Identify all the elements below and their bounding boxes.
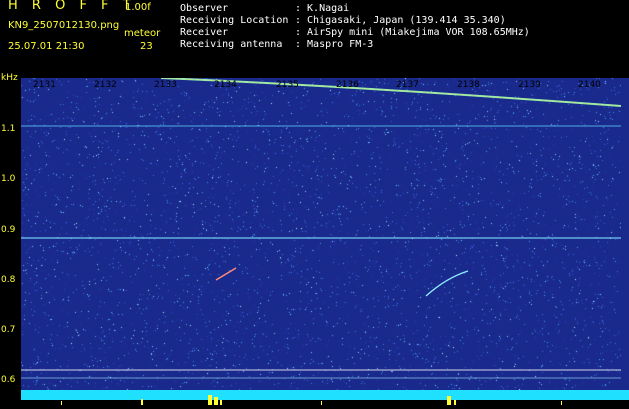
y-tick-label: 1.0 xyxy=(1,174,16,184)
spectrogram[interactable] xyxy=(21,78,621,390)
y-axis: 1.1 1.0 0.9 0.8 0.7 0.6 xyxy=(0,78,21,400)
y-tick-label: 0.8 xyxy=(1,275,16,285)
meteor-label: meteor xyxy=(124,28,161,39)
info-value-antenna: : Maspro FM-3 xyxy=(295,39,374,50)
meteor-echo xyxy=(215,267,237,281)
y-tick-label: 1.1 xyxy=(1,124,16,134)
x-tick-label: 2140 xyxy=(578,80,601,90)
spectrogram-overlay xyxy=(21,78,621,379)
x-tick-label: 2133 xyxy=(154,80,177,90)
header-panel: H R O F F T 1.00f KN9_2507012130.png 25.… xyxy=(0,0,629,78)
info-value-receiver: : AirSpy mini (Miakejima VOR 108.65MHz) xyxy=(295,27,530,38)
version-label: 1.00f xyxy=(125,2,151,13)
info-label-observer: Observer xyxy=(180,3,229,14)
meteor-count: 23 xyxy=(140,41,153,52)
right-edge-strip xyxy=(621,78,629,390)
y-tick-label: 0.6 xyxy=(1,375,16,385)
y-axis-unit: kHz xyxy=(1,73,18,83)
x-tick-label: 2139 xyxy=(518,80,541,90)
info-label-receiver: Receiver xyxy=(180,27,229,38)
info-label-antenna: Receiving antenna xyxy=(180,39,283,50)
x-tick-label: 2134 xyxy=(214,80,237,90)
signal-level-bar xyxy=(21,390,629,405)
x-tick-label: 2138 xyxy=(457,80,480,90)
meteor-echo xyxy=(425,270,469,297)
x-tick-label: 2137 xyxy=(396,80,419,90)
signal-spikes xyxy=(61,395,562,405)
datetime-label: 25.07.01 21:30 xyxy=(8,41,85,52)
info-value-location: : Chigasaki, Japan (139.414 35.340) xyxy=(295,15,506,26)
filename-label: KN9_2507012130.png xyxy=(8,20,120,31)
app-title: H R O F F T xyxy=(8,0,136,13)
x-tick-label: 2131 xyxy=(33,80,56,90)
y-tick-label: 0.7 xyxy=(1,325,16,335)
x-tick-label: 2132 xyxy=(94,80,117,90)
info-label-location: Receiving Location xyxy=(180,15,289,26)
info-value-observer: : K.Nagai xyxy=(295,3,350,14)
x-tick-label: 2135 xyxy=(276,80,299,90)
y-tick-label: 0.9 xyxy=(1,225,16,235)
x-tick-label: 2136 xyxy=(336,80,359,90)
